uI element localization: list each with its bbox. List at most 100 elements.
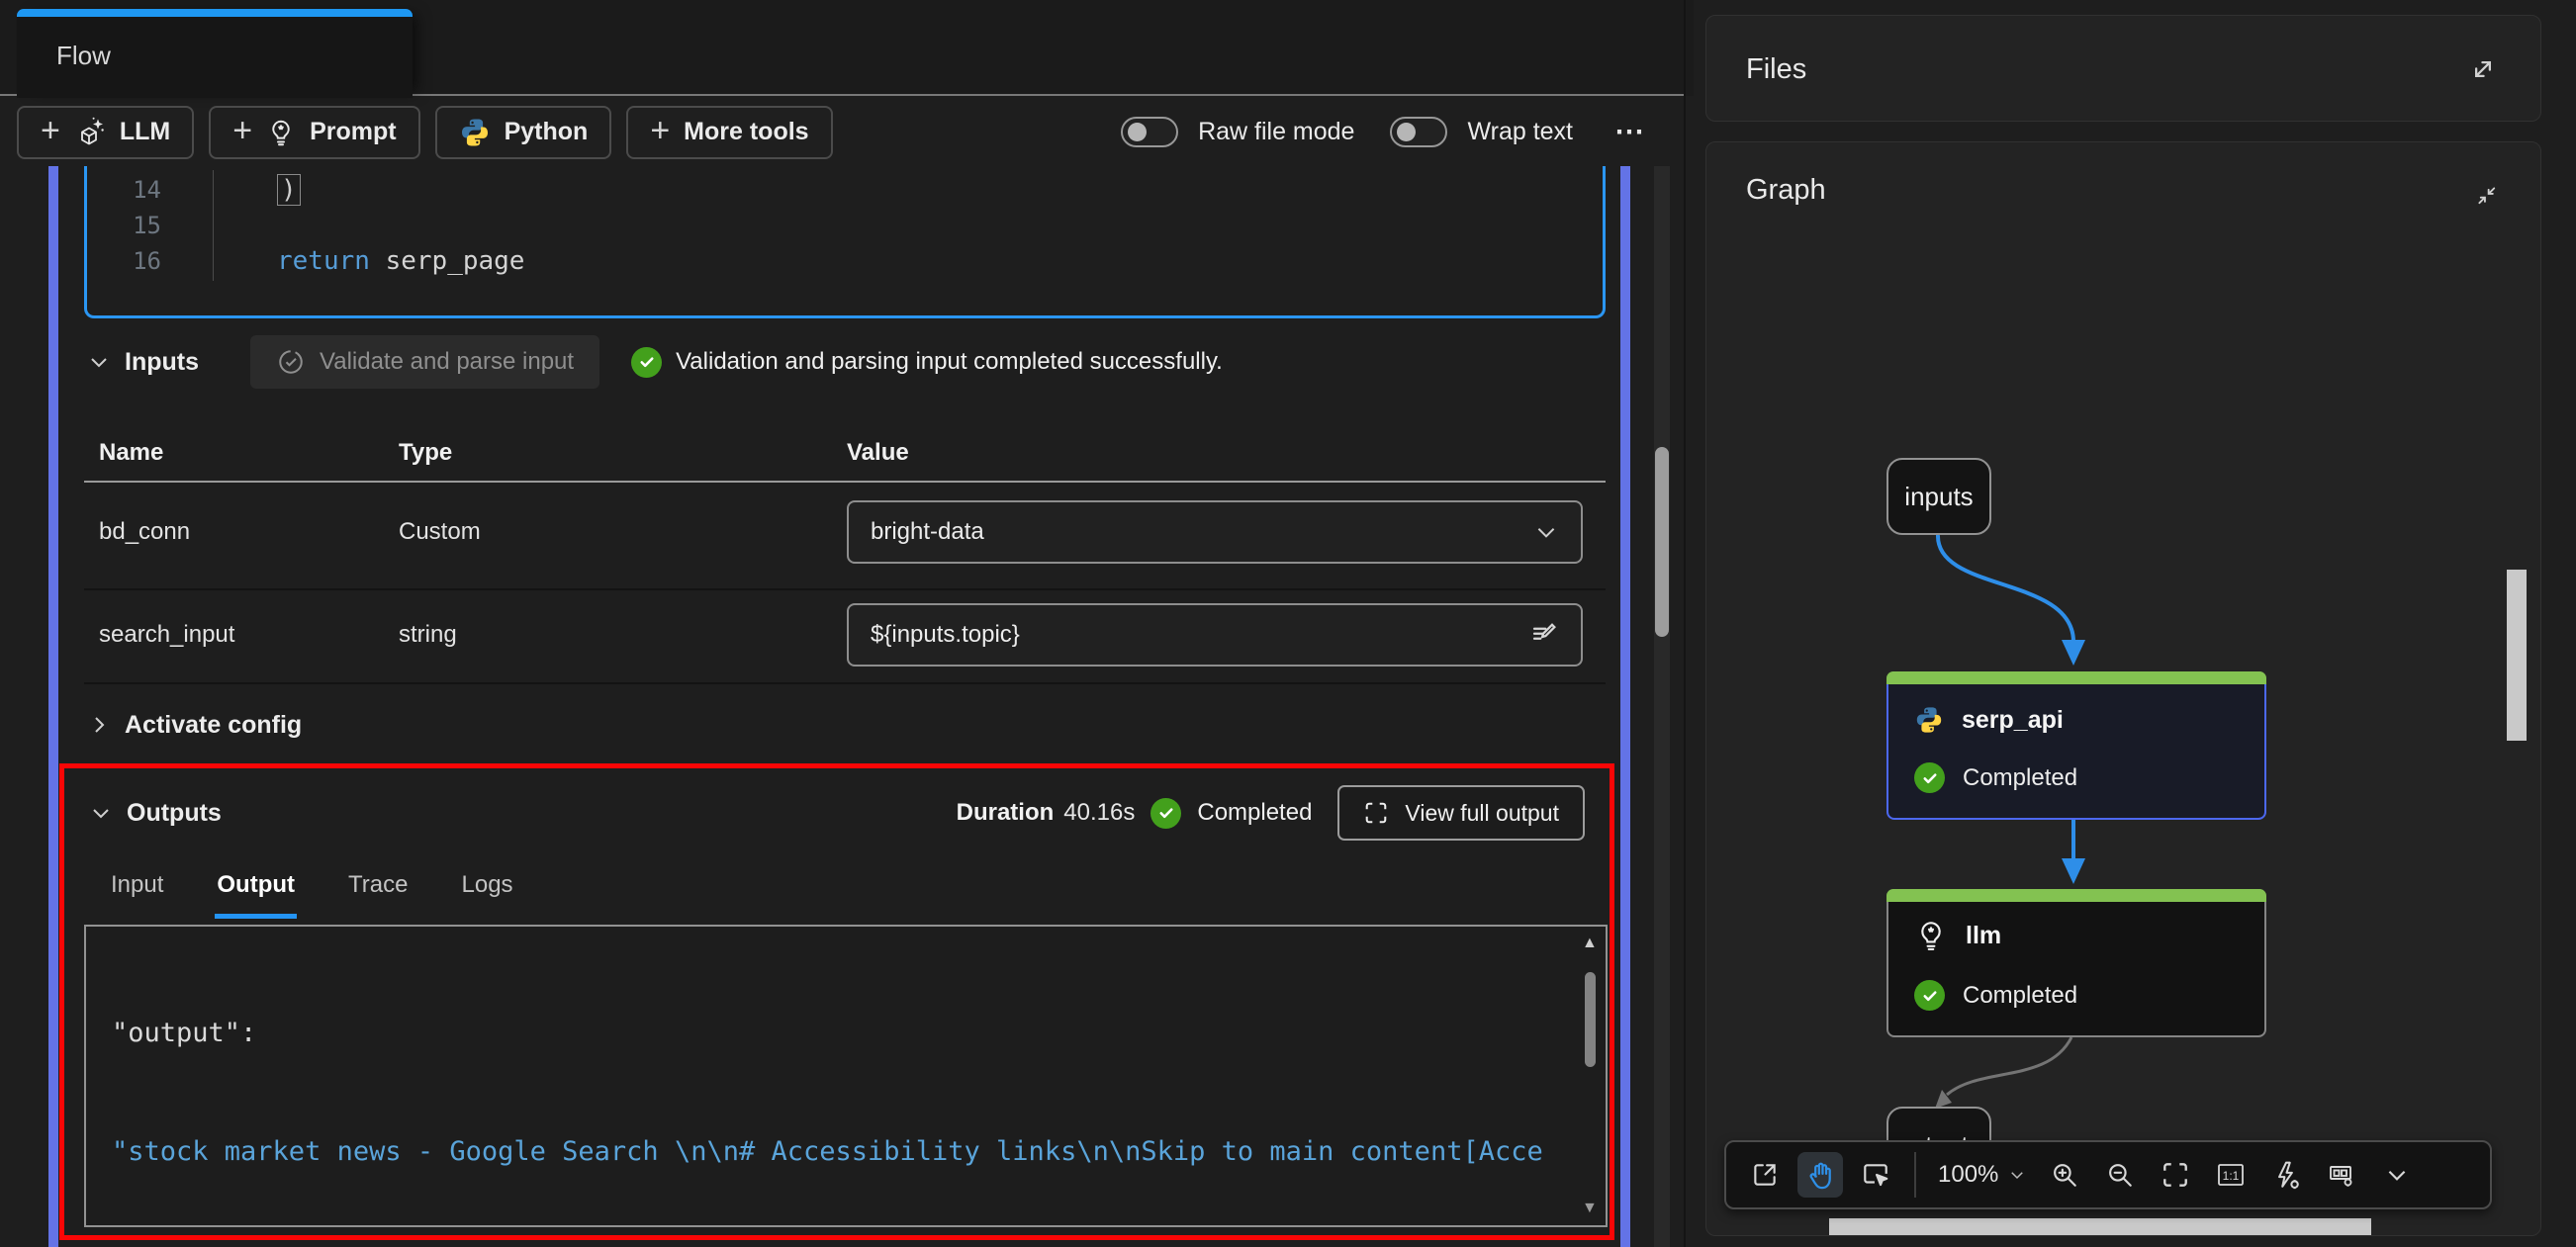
validate-parse-input-button[interactable]: Validate and parse input (250, 335, 599, 389)
zoom-out-icon[interactable] (2097, 1152, 2143, 1198)
success-check-icon (631, 347, 662, 378)
expand-icon[interactable] (2467, 53, 2499, 85)
graph-node-inputs[interactable]: inputs (1886, 458, 1991, 535)
svg-text:1:1: 1:1 (2223, 1169, 2240, 1183)
tab-logs[interactable]: Logs (460, 863, 515, 919)
plus-icon: + (650, 114, 670, 147)
add-llm-label: LLM (120, 118, 170, 146)
files-card: Files (1705, 15, 2541, 122)
view-full-output-button[interactable]: View full output (1337, 785, 1585, 841)
actual-size-icon[interactable]: 1:1 (2208, 1152, 2254, 1198)
node-status: Completed (1963, 764, 2077, 792)
toolbar-right-group: Raw file mode Wrap text ⋯ (1121, 115, 1646, 149)
lightbulb-icon (266, 118, 296, 147)
code-line-14: ) (277, 172, 301, 208)
select-cursor-icon[interactable] (1853, 1152, 1898, 1198)
add-python-button[interactable]: Python (435, 106, 612, 159)
add-prompt-button[interactable]: + Prompt (209, 106, 419, 159)
outputs-section-title: Outputs (127, 799, 222, 828)
column-header-value: Value (847, 439, 909, 467)
output-tabs: Input Output Trace Logs (109, 863, 515, 919)
chevron-down-icon[interactable] (87, 350, 111, 374)
graph-node-serp-api[interactable]: serp_api Completed (1886, 671, 2266, 820)
zoom-in-icon[interactable] (2042, 1152, 2087, 1198)
zoom-level-value: 100% (1938, 1161, 1998, 1189)
chevron-down-icon (1533, 519, 1559, 545)
code-editor[interactable]: 14 ) 15 16 return serp_page (84, 166, 1606, 318)
code-line-16: return serp_page (277, 243, 524, 279)
status-badge: Completed (1197, 799, 1312, 827)
flow-toolbar: + LLM + (0, 98, 1694, 166)
add-llm-button[interactable]: + LLM (17, 106, 194, 159)
graph-node-llm[interactable]: llm Completed (1886, 889, 2266, 1037)
add-python-label: Python (505, 118, 589, 146)
raw-file-mode-label: Raw file mode (1198, 118, 1354, 146)
selected-node-border-right (1620, 166, 1630, 1247)
llm-cube-sparkle-icon (74, 117, 106, 148)
tab-input[interactable]: Input (109, 863, 165, 919)
chevron-down-icon[interactable] (89, 801, 113, 825)
graph-card: Graph inputs (1705, 141, 2541, 1236)
output-scrollbar[interactable]: ▲ ▼ (1576, 927, 1606, 1225)
output-text-viewer[interactable]: "output": "stock market news - Google Se… (84, 925, 1608, 1227)
tab-output[interactable]: Output (215, 863, 297, 919)
view-full-output-label: View full output (1405, 800, 1559, 827)
tab-trace[interactable]: Trace (346, 863, 410, 919)
panel-divider (1684, 0, 1686, 1247)
pan-hand-icon[interactable] (1797, 1152, 1843, 1198)
line-number: 16 (87, 243, 161, 279)
chevron-down-icon[interactable] (2374, 1152, 2420, 1198)
wrap-text-label: Wrap text (1467, 118, 1573, 146)
duration-label: Duration (957, 799, 1055, 827)
zoom-level-select[interactable]: 100% (1932, 1161, 2032, 1189)
validate-check-circle-icon (276, 347, 306, 377)
raw-file-mode-toggle[interactable] (1121, 117, 1178, 147)
completed-check-icon (1914, 980, 1945, 1011)
dropdown-value: bright-data (871, 518, 1533, 546)
scrollbar-thumb[interactable] (1655, 447, 1669, 637)
column-header-name: Name (99, 439, 163, 467)
toggle-knob (1128, 123, 1147, 141)
row-name: search_input (99, 621, 234, 649)
activate-config-title: Activate config (125, 711, 302, 740)
column-header-type: Type (399, 439, 452, 467)
more-tools-button[interactable]: + More tools (626, 106, 832, 159)
python-logo-icon (459, 117, 491, 148)
fit-view-icon[interactable] (2153, 1152, 2198, 1198)
python-logo-icon (1914, 705, 1944, 735)
node-detail-content: 14 ) 15 16 return serp_page Inputs (0, 166, 1694, 1247)
scroll-up-icon[interactable]: ▲ (1582, 935, 1598, 952)
node-card-settings-icon[interactable] (2319, 1152, 2364, 1198)
toolbar-divider (1914, 1152, 1916, 1198)
run-settings-icon[interactable] (2263, 1152, 2309, 1198)
activate-config-header[interactable]: Activate config (87, 700, 302, 750)
flow-editor-panel: Flow + LLM + (0, 0, 1694, 1247)
line-number: 15 (87, 208, 161, 243)
inputs-section-header: Inputs Validate and parse input Validati… (87, 334, 1223, 390)
validation-status-text: Validation and parsing input completed s… (676, 348, 1223, 376)
scroll-down-icon[interactable]: ▼ (1582, 1200, 1598, 1217)
connection-dropdown[interactable]: bright-data (847, 500, 1583, 564)
more-actions-icon[interactable]: ⋯ (1614, 115, 1646, 149)
expand-graph-icon[interactable] (1742, 1152, 1788, 1198)
main-scrollbar[interactable] (1654, 166, 1670, 1247)
side-panel: Files Graph (1694, 0, 2576, 1247)
scrollbar-thumb[interactable] (1585, 972, 1596, 1067)
graph-toolbar: 100% (1724, 1140, 2492, 1209)
selected-node-border-left (48, 166, 58, 1247)
outputs-section-highlighted: Outputs Duration 40.16s Completed (59, 763, 1614, 1240)
search-input-field[interactable]: ${inputs.topic} (847, 603, 1583, 667)
node-title: serp_api (1962, 706, 2064, 735)
wrap-text-toggle[interactable] (1390, 117, 1447, 147)
edit-template-icon[interactable] (1529, 620, 1559, 650)
input-value: ${inputs.topic} (871, 621, 1529, 649)
plus-icon: + (232, 114, 252, 147)
validate-button-label: Validate and parse input (320, 348, 574, 376)
row-type: Custom (399, 518, 481, 546)
node-status: Completed (1963, 982, 2077, 1010)
table-row-divider (84, 682, 1606, 684)
toggle-knob (1397, 123, 1416, 141)
tab-flow[interactable]: Flow (17, 9, 413, 98)
table-header-divider (84, 481, 1606, 483)
chevron-right-icon (87, 713, 111, 737)
